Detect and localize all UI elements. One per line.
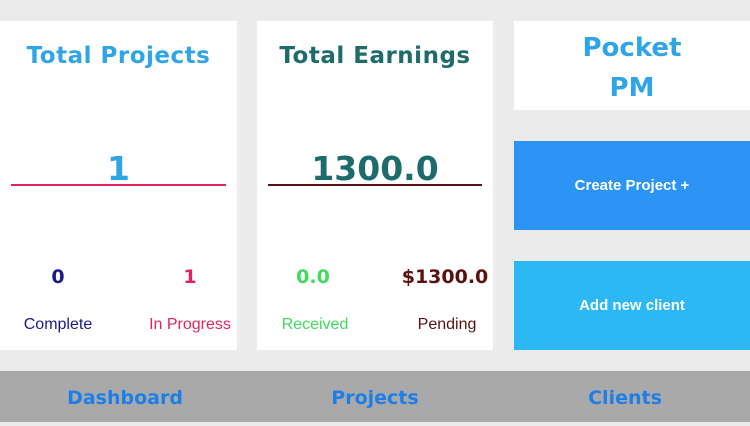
add-client-button[interactable]: Add new client: [514, 261, 750, 350]
create-project-button[interactable]: Create Project +: [514, 141, 750, 230]
tab-dashboard[interactable]: Dashboard: [0, 371, 250, 422]
pending-label: Pending: [417, 316, 477, 333]
complete-label: Complete: [23, 316, 93, 333]
in-progress-label: In Progress: [149, 316, 231, 333]
total-earnings-title: Total Earnings: [279, 43, 471, 69]
in-progress-count: 1: [183, 266, 197, 288]
projects-divider: [11, 184, 226, 186]
total-earnings-card: Total Earnings 1300.0 0.0 $1300.0 Receiv…: [257, 21, 493, 350]
brand-line-pocket: Pocket: [582, 33, 682, 63]
total-earnings-value: 1300.0: [311, 149, 439, 188]
brand-line-pm: PM: [609, 73, 655, 103]
tab-clients[interactable]: Clients: [500, 371, 750, 422]
complete-count: 0: [51, 266, 65, 288]
received-amount: 0.0: [296, 266, 330, 288]
total-projects-card: Total Projects 1 0 1 Complete In Progres…: [0, 21, 237, 350]
app-brand: Pocket PM: [514, 21, 750, 110]
total-projects-value: 1: [107, 149, 130, 188]
tab-projects[interactable]: Projects: [250, 371, 500, 422]
earnings-divider: [268, 184, 482, 186]
total-projects-title: Total Projects: [26, 43, 211, 69]
received-label: Received: [281, 316, 349, 333]
tab-bar: Dashboard Projects Clients: [0, 371, 750, 422]
pending-amount: $1300.0: [401, 266, 489, 288]
